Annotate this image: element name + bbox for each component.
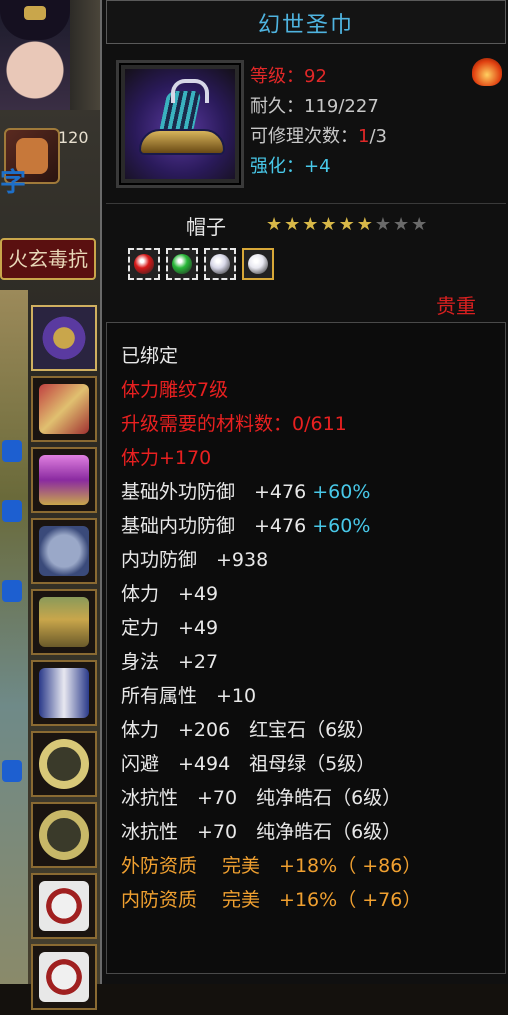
- attribute-text: 体力+170: [121, 447, 212, 469]
- attribute-row: 体力+170: [121, 443, 211, 470]
- repair-label: 可修理次数：: [250, 126, 358, 147]
- attribute-text: 体力 +206 红宝石（6级）: [121, 719, 376, 741]
- sidebar-fragment-label: 字: [0, 168, 27, 198]
- portrait-crown-icon: [24, 6, 46, 20]
- map-background: [0, 290, 28, 984]
- durability-row: 耐久：119/227: [250, 92, 387, 122]
- attribute-text: 体力 +49: [121, 583, 219, 605]
- attribute-text: 升级需要的材料数：0/611: [121, 413, 347, 435]
- attribute-bonus: +60%: [306, 515, 371, 537]
- equip-slot-ring-2[interactable]: [31, 802, 97, 868]
- attribute-text: 体力雕纹7级: [121, 379, 229, 401]
- level-value: 92: [304, 66, 327, 87]
- attribute-row: 体力 +49: [121, 579, 218, 606]
- attribute-row: 体力 +206 红宝石（6级）: [121, 715, 375, 742]
- attribute-row: 内功防御 +938: [121, 545, 268, 572]
- star-icon: ★: [356, 214, 375, 235]
- item-type: 帽子: [186, 215, 226, 239]
- attribute-text: 闪避 +494 祖母绿（5级）: [121, 753, 376, 775]
- equip-slot-gloves[interactable]: [31, 518, 97, 584]
- attribute-row: 体力雕纹7级: [121, 375, 228, 402]
- item-tooltip: 幻世圣巾 等级：92 耐久：119/227 可修理次数：1/3 强化：+4 帽子…: [100, 0, 508, 984]
- gem-socket-icon[interactable]: [128, 248, 160, 280]
- gem-socket-icon[interactable]: [242, 248, 274, 280]
- star-icon: ★: [338, 214, 357, 235]
- equip-slot-amulet-1[interactable]: [31, 873, 97, 939]
- character-portrait[interactable]: [0, 0, 72, 110]
- equip-slot-hat[interactable]: [31, 305, 97, 371]
- attribute-text: 定力 +49: [121, 617, 219, 639]
- attribute-text: 所有属性 +10: [121, 685, 257, 707]
- equip-slot-ring-1[interactable]: [31, 731, 97, 797]
- attribute-text: 外防资质 完美 +18%（ +86）: [121, 855, 422, 877]
- portrait-frame: [70, 0, 100, 110]
- attribute-row: 已绑定: [121, 341, 178, 368]
- gem-socket-icon[interactable]: [166, 248, 198, 280]
- repair-used: 1: [358, 126, 370, 147]
- attribute-list: 已绑定体力雕纹7级升级需要的材料数：0/611 体力+170 基础外功防御 +476…: [106, 322, 506, 974]
- attribute-text: 内防资质 完美 +16%（ +76）: [121, 889, 422, 911]
- star-icon: ★: [411, 214, 430, 235]
- star-rating: ★★★★★★★★★: [266, 214, 429, 235]
- divider: [106, 203, 506, 204]
- attribute-text: 已绑定: [121, 345, 179, 367]
- star-icon: ★: [392, 214, 412, 235]
- map-marker-icon: [2, 760, 22, 782]
- item-base-stats: 等级：92 耐久：119/227 可修理次数：1/3 强化：+4: [250, 62, 387, 182]
- item-icon-frame: [116, 60, 244, 188]
- attribute-row: 闪避 +494 祖母绿（5级）: [121, 749, 375, 776]
- attribute-row: 内防资质 完美 +16%（ +76）: [121, 885, 421, 912]
- durability-label: 耐久：: [250, 96, 304, 117]
- attribute-row: 冰抗性 +70 纯净皓石（6级）: [121, 817, 401, 844]
- enhance-row: 强化：+4: [250, 152, 387, 182]
- equip-slot-belt[interactable]: [31, 589, 97, 655]
- equip-slot-bracer[interactable]: [31, 447, 97, 513]
- level-row: 等级：92: [250, 62, 387, 92]
- equip-slot-armor[interactable]: [31, 376, 97, 442]
- gem-socket-icon[interactable]: [204, 248, 236, 280]
- star-icon: ★: [374, 214, 393, 235]
- repair-row: 可修理次数：1/3: [250, 122, 387, 152]
- map-marker-icon: [2, 580, 22, 602]
- attribute-text: 冰抗性 +70 纯净皓石（6级）: [121, 821, 402, 843]
- star-icon: ★: [302, 214, 321, 235]
- equip-slot-boots[interactable]: [31, 660, 97, 726]
- level-label: 等级：: [250, 66, 304, 87]
- map-marker-icon: [2, 440, 22, 462]
- attribute-row: 外防资质 完美 +18%（ +86）: [121, 851, 421, 878]
- attribute-row: 冰抗性 +70 纯净皓石（6级）: [121, 783, 401, 810]
- attribute-text: 内功防御 +938: [121, 549, 269, 571]
- tooltip-title-bar: 幻世圣巾: [106, 0, 506, 44]
- star-icon: ★: [320, 214, 339, 235]
- attribute-text: 基础外功防御 +476: [121, 481, 307, 503]
- attribute-row: 升级需要的材料数：0/611: [121, 409, 347, 436]
- attribute-bonus: +60%: [306, 481, 371, 503]
- attribute-row: 身法 +27: [121, 647, 218, 674]
- star-icon: ★: [266, 214, 285, 235]
- map-marker-icon: [2, 500, 22, 522]
- enhance-value: +4: [304, 156, 331, 177]
- enhance-label: 强化：: [250, 156, 304, 177]
- star-icon: ★: [284, 214, 303, 235]
- repair-total: /3: [369, 126, 387, 147]
- left-sidebar: 120 字 火玄毒抗: [0, 0, 100, 1010]
- durability-value: 119/227: [304, 96, 379, 117]
- flame-icon: [472, 58, 502, 86]
- hat-icon: [125, 69, 235, 179]
- equipment-slots: [28, 305, 97, 1015]
- attribute-row: 基础外功防御 +476 +60%: [121, 477, 370, 504]
- attribute-text: 基础内功防御 +476: [121, 515, 307, 537]
- attribute-text: 身法 +27: [121, 651, 219, 673]
- attribute-row: 所有属性 +10: [121, 681, 256, 708]
- resist-label[interactable]: 火玄毒抗: [0, 238, 96, 280]
- character-level: 120: [58, 128, 89, 147]
- equip-slot-amulet-2[interactable]: [31, 944, 97, 1010]
- attribute-row: 定力 +49: [121, 613, 218, 640]
- attribute-row: 基础内功防御 +476 +60%: [121, 511, 370, 538]
- attribute-text: 冰抗性 +70 纯净皓石（6级）: [121, 787, 402, 809]
- gem-sockets: [128, 248, 280, 284]
- item-name: 幻世圣巾: [257, 13, 354, 38]
- quality-label: 贵重: [436, 294, 476, 318]
